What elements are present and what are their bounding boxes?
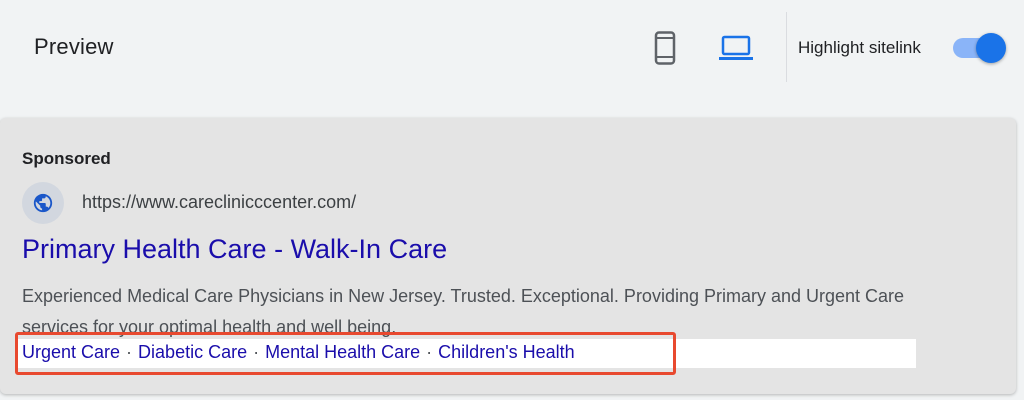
highlight-sitelink-label: Highlight sitelink [798,38,921,57]
highlight-sitelink-toggle[interactable] [953,33,1007,63]
ad-preview-card: Sponsored https://www.careclinicccenter.… [0,118,1016,394]
ad-headline[interactable]: Primary Health Care - Walk-In Care [22,234,447,265]
ad-display-url[interactable]: https://www.careclinicccenter.com/ [82,192,356,213]
favicon [22,182,64,224]
mobile-view-button[interactable] [645,28,685,68]
toggle-thumb [976,33,1006,63]
desktop-view-button[interactable] [716,28,756,68]
laptop-icon [719,35,753,60]
sponsored-label: Sponsored [22,149,111,168]
header-divider [786,12,787,82]
sitelink-highlight-box [15,332,676,375]
page-title: Preview [34,34,114,59]
globe-icon [33,193,53,213]
smartphone-icon [654,31,676,65]
preview-header: Preview Highlight sitelink [0,0,1024,100]
